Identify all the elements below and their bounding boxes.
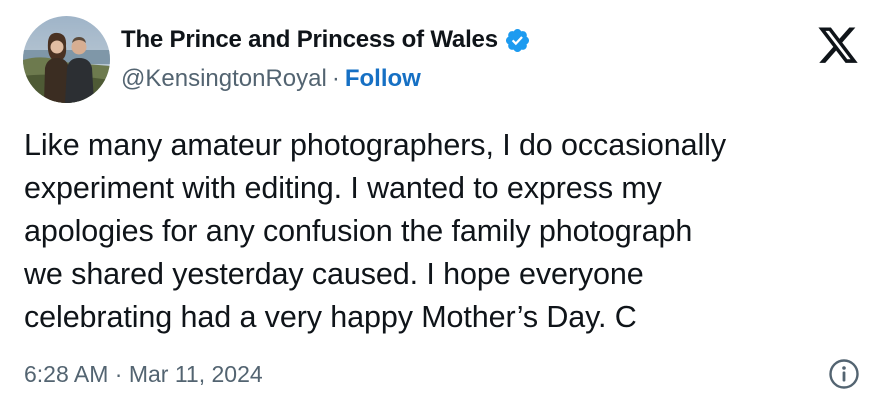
- x-logo-icon[interactable]: [816, 27, 860, 67]
- info-icon[interactable]: [828, 358, 860, 390]
- author-handle[interactable]: @KensingtonRoyal: [121, 65, 327, 93]
- author-name-row: The Prince and Princess of Wales: [121, 25, 531, 55]
- verified-badge-icon: [504, 27, 531, 54]
- follow-button[interactable]: Follow: [345, 65, 421, 93]
- tweet-timestamp[interactable]: 6:28 AM · Mar 11, 2024: [24, 357, 263, 391]
- tweet-embed-card: The Prince and Princess of Wales @Kensin…: [0, 0, 890, 408]
- separator-dot: ·: [331, 65, 340, 92]
- author-handle-row: @KensingtonRoyal · Follow: [121, 64, 421, 94]
- avatar-photo: [23, 16, 110, 103]
- author-display-name[interactable]: The Prince and Princess of Wales: [121, 26, 498, 54]
- tweet-text: Like many amateur photographers, I do oc…: [24, 128, 726, 334]
- avatar[interactable]: [23, 16, 110, 103]
